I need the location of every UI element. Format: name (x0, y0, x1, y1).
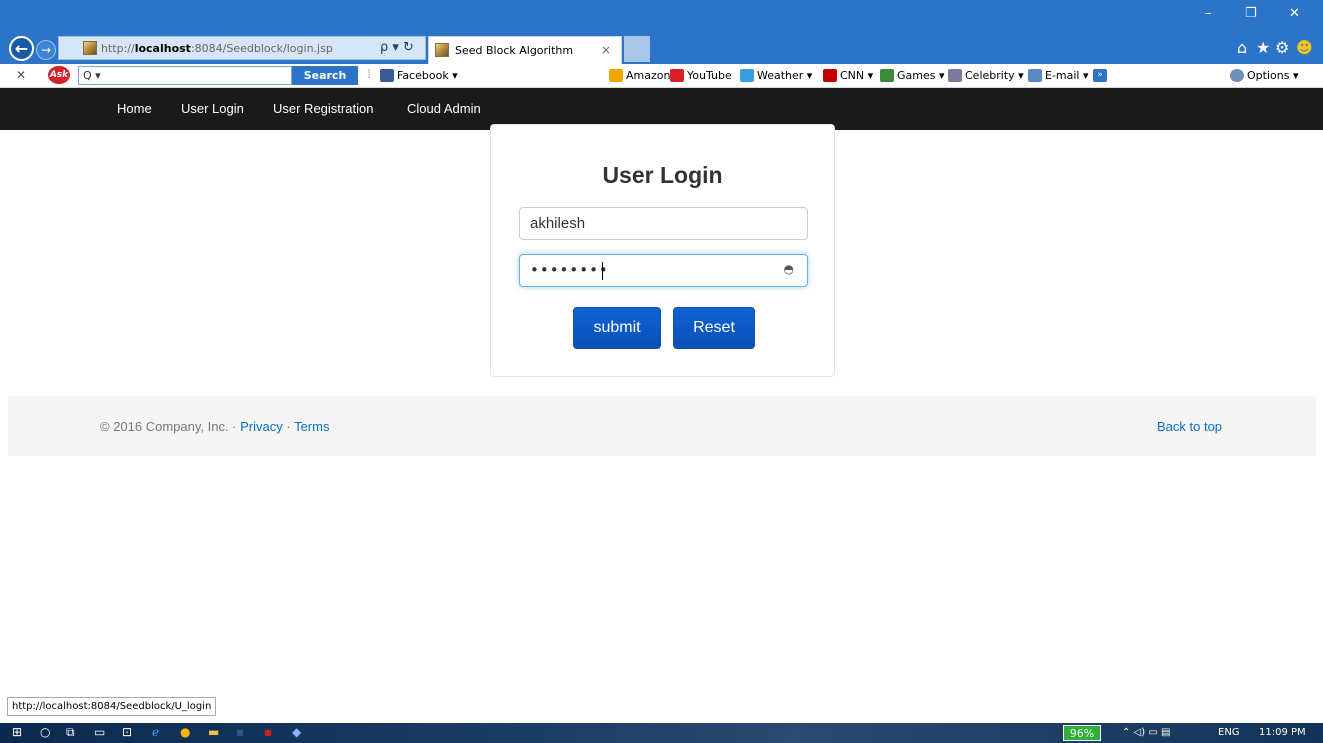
games-icon (880, 69, 894, 82)
language-indicator[interactable]: ENG (1218, 727, 1240, 738)
weather-icon (740, 69, 754, 82)
windows-start-icon[interactable]: ⊞ (12, 725, 22, 739)
back-to-top-link[interactable]: Back to top (1157, 419, 1222, 434)
ask-toolbar: ✕ Ask Q ▾ Search ⁞ Facebook ▾ Amazon You… (0, 64, 1323, 88)
address-url[interactable]: http://localhost:8084/Seedblock/login.js… (101, 42, 333, 55)
store-icon[interactable]: ⊡ (122, 725, 132, 739)
tab-favicon-icon (435, 43, 449, 57)
windows-taskbar: ⊞ ○ ⧉ ▭ ⊡ ℯ ● ▬ ▪ ▪ ◆ 96% ⌃ ◁) ▭ ▤ ENG 1… (0, 723, 1323, 743)
youtube-button[interactable]: YouTube (670, 69, 732, 82)
home-icon[interactable]: ⌂ (1237, 38, 1247, 57)
login-title: User Login (602, 162, 723, 188)
word-icon[interactable]: ▪ (236, 725, 244, 739)
settings-gear-icon[interactable]: ⚙ (1275, 38, 1289, 57)
acrobat-icon[interactable]: ▪ (264, 725, 272, 739)
virtualbox-icon[interactable]: ◆ (292, 725, 301, 739)
nav-user-login[interactable]: User Login (181, 101, 244, 116)
tab-seed-block[interactable]: Seed Block Algorithm × (428, 36, 622, 64)
file-explorer-icon[interactable]: ▬ (208, 725, 219, 739)
facebook-icon (380, 69, 394, 82)
network-computer-icon[interactable]: ▭ (94, 725, 105, 739)
address-bar[interactable]: http://localhost:8084/Seedblock/login.js… (58, 36, 426, 60)
toolbar-search-button[interactable]: Search (292, 66, 358, 85)
toolbar-close-icon[interactable]: ✕ (16, 68, 26, 82)
username-input[interactable] (519, 207, 808, 240)
tray-icons[interactable]: ⌃ ◁) ▭ ▤ (1122, 727, 1170, 738)
youtube-icon (670, 69, 684, 82)
new-tab-button[interactable] (624, 36, 650, 62)
tab-close-icon[interactable]: × (601, 43, 611, 57)
ask-logo-icon: Ask (48, 66, 70, 84)
celebrity-icon (948, 69, 962, 82)
amazon-button[interactable]: Amazon (609, 69, 670, 82)
reset-button[interactable]: Reset (673, 307, 755, 349)
celebrity-button[interactable]: Celebrity ▾ (948, 69, 1024, 82)
cnn-icon (823, 69, 837, 82)
smiley-feedback-icon[interactable]: ☻ (1296, 38, 1313, 57)
email-icon (1028, 69, 1042, 82)
facebook-button[interactable]: Facebook ▾ (380, 69, 458, 82)
nav-user-registration[interactable]: User Registration (273, 101, 373, 116)
forward-arrow-icon[interactable]: → (36, 40, 56, 60)
battery-percent[interactable]: 96% (1063, 725, 1101, 741)
back-arrow-icon[interactable]: ← (9, 36, 34, 61)
more-chevron-icon: » (1093, 69, 1107, 82)
options-icon (1230, 69, 1244, 82)
favorites-star-icon[interactable]: ★ (1256, 38, 1270, 57)
browser-titlebar: ← → http://localhost:8084/Seedblock/logi… (0, 0, 1323, 64)
password-input[interactable]: •••••••• ◓ (519, 254, 808, 287)
chrome-icon[interactable]: ● (180, 725, 190, 739)
weather-button[interactable]: Weather ▾ (740, 69, 812, 82)
internet-explorer-icon[interactable]: ℯ (152, 725, 159, 739)
toolbar-search-input[interactable]: Q ▾ (78, 66, 292, 85)
text-cursor (602, 262, 603, 280)
toolbar-separator: ⁞ (367, 67, 372, 82)
terms-link[interactable]: Terms (294, 419, 329, 434)
email-button[interactable]: E-mail ▾ (1028, 69, 1089, 82)
more-chevron-button[interactable]: » (1093, 69, 1107, 82)
amazon-icon (609, 69, 623, 82)
cortana-search-icon[interactable]: ○ (40, 725, 50, 739)
clock[interactable]: 11:09 PM (1259, 727, 1306, 738)
site-favicon-icon (83, 41, 97, 55)
status-url-preview: http://localhost:8084/Seedblock/U_login (7, 697, 217, 716)
nav-home[interactable]: Home (117, 101, 152, 116)
tab-title: Seed Block Algorithm (455, 44, 574, 57)
minimize-icon[interactable]: – (1205, 6, 1212, 21)
cnn-button[interactable]: CNN ▾ (823, 69, 873, 82)
options-button[interactable]: Options ▾ (1230, 69, 1298, 82)
page-footer: © 2016 Company, Inc. · Privacy · Terms B… (8, 396, 1316, 456)
privacy-link[interactable]: Privacy (240, 419, 283, 434)
address-search-refresh-icon[interactable]: ρ ▾ ↻ (380, 40, 414, 55)
submit-button[interactable]: submit (573, 307, 661, 349)
task-view-icon[interactable]: ⧉ (66, 725, 75, 740)
login-panel: User Login •••••••• ◓ submit Reset (490, 124, 835, 377)
footer-copyright: © 2016 Company, Inc. · Privacy · Terms (100, 419, 330, 434)
reveal-password-eye-icon[interactable]: ◓ (784, 262, 795, 276)
restore-icon[interactable]: ❐ (1245, 6, 1257, 21)
nav-cloud-admin[interactable]: Cloud Admin (407, 101, 481, 116)
close-icon[interactable]: ✕ (1289, 6, 1300, 21)
password-masked-value: •••••••• (530, 261, 609, 279)
games-button[interactable]: Games ▾ (880, 69, 945, 82)
